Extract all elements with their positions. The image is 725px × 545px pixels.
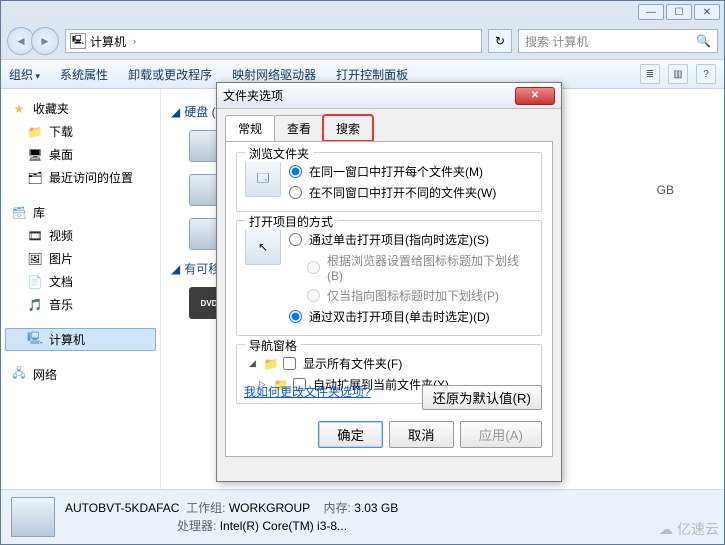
sidebar-item-computer[interactable]: 🖳计算机 [5, 328, 156, 351]
sidebar-item-pictures[interactable]: 🖼图片 [5, 247, 156, 270]
click-icon: ↖ [245, 229, 281, 265]
sidebar-item-music[interactable]: 🎵音乐 [5, 293, 156, 316]
restore-defaults-button[interactable]: 还原为默认值(R) [422, 385, 542, 410]
sidebar-favorites[interactable]: ★收藏夹 [5, 97, 156, 120]
video-icon: 🎞 [27, 228, 43, 244]
folder-icon: 📁 [27, 124, 43, 140]
status-text: AUTOBVT-5KDAFAC 工作组: WORKGROUP 内存: 3.03 … [65, 499, 398, 535]
music-icon: 🎵 [27, 297, 43, 313]
radio-own-window[interactable]: 在不同窗口中打开不同的文件夹(W) [289, 182, 533, 203]
refresh-button[interactable]: ↻ [488, 29, 512, 53]
computer-icon: 🖳 [70, 33, 86, 49]
star-icon: ★ [11, 101, 27, 117]
nav-row: ◄ ► 🖳 计算机 › ↻ 搜索 计算机 🔍 [1, 23, 724, 59]
dialog-close-button[interactable]: ✕ [515, 87, 555, 105]
tab-strip: 常规 查看 搜索 [217, 109, 561, 141]
sidebar-item-downloads[interactable]: 📁下载 [5, 120, 156, 143]
sidebar-item-network[interactable]: 🖧网络 [5, 363, 156, 386]
titlebar: — ☐ ✕ [1, 1, 724, 23]
address-bar[interactable]: 🖳 计算机 › [65, 29, 482, 53]
tab-search[interactable]: 搜索 [323, 115, 373, 141]
system-properties-button[interactable]: 系统属性 [60, 66, 108, 83]
document-icon: 📄 [27, 274, 43, 290]
ok-button[interactable]: 确定 [318, 421, 383, 448]
folder-icon: 📁 [263, 356, 279, 372]
folder-options-dialog: 文件夹选项 ✕ 常规 查看 搜索 浏览文件夹 🗔 在同一窗口中打开每个文件夹(M… [216, 82, 562, 482]
picture-icon: 🖼 [27, 251, 43, 267]
radio-same-window[interactable]: 在同一窗口中打开每个文件夹(M) [289, 161, 533, 182]
network-icon: 🖧 [11, 367, 27, 383]
search-placeholder: 搜索 计算机 [525, 33, 588, 50]
dialog-titlebar[interactable]: 文件夹选项 ✕ [217, 83, 561, 109]
tab-view[interactable]: 查看 [274, 115, 324, 141]
sidebar-libraries[interactable]: 🗃库 [5, 201, 156, 224]
computer-icon: 🖳 [27, 332, 43, 348]
cancel-button[interactable]: 取消 [389, 421, 454, 448]
help-link[interactable]: 我如何更改文件夹选项? [244, 383, 371, 400]
radio-underline-browser: 根据浏览器设置给图标标题加下划线(B) [289, 250, 533, 285]
library-icon: 🗃 [11, 205, 27, 221]
tab-general[interactable]: 常规 [225, 115, 275, 141]
map-drive-button[interactable]: 映射网络驱动器 [232, 66, 316, 83]
sidebar-item-desktop[interactable]: 🖥桌面 [5, 143, 156, 166]
browse-folders-group: 浏览文件夹 🗔 在同一窗口中打开每个文件夹(M) 在不同窗口中打开不同的文件夹(… [236, 152, 542, 212]
preview-pane-button[interactable]: ▥ [668, 64, 688, 84]
close-button[interactable]: ✕ [694, 4, 720, 20]
radio-double-click[interactable]: 通过双击打开项目(单击时选定)(D) [289, 306, 533, 327]
search-icon: 🔍 [696, 34, 711, 48]
sidebar-item-documents[interactable]: 📄文档 [5, 270, 156, 293]
minimize-button[interactable]: — [638, 4, 664, 20]
drive-size: GB [657, 183, 714, 197]
sidebar: ★收藏夹 📁下载 🖥桌面 🗂最近访问的位置 🗃库 🎞视频 🖼图片 📄文档 🎵音乐… [1, 89, 161, 489]
organize-menu[interactable]: 组织 [9, 66, 40, 83]
radio-single-click[interactable]: 通过单击打开项目(指向时选定)(S) [289, 229, 533, 250]
search-input[interactable]: 搜索 计算机 🔍 [518, 29, 718, 53]
browse-icon: 🗔 [245, 161, 281, 197]
desktop-icon: 🖥 [27, 147, 43, 163]
browse-legend: 浏览文件夹 [245, 145, 313, 162]
navpane-legend: 导航窗格 [245, 337, 301, 354]
click-behavior-group: 打开项目的方式 ↖ 通过单击打开项目(指向时选定)(S) 根据浏览器设置给图标标… [236, 220, 542, 336]
help-button[interactable]: ? [696, 64, 716, 84]
maximize-button[interactable]: ☐ [666, 4, 692, 20]
view-mode-button[interactable]: ≣ [640, 64, 660, 84]
click-legend: 打开项目的方式 [245, 213, 337, 230]
computer-thumbnail [11, 497, 55, 537]
forward-button[interactable]: ► [31, 27, 59, 55]
tab-panel-general: 浏览文件夹 🗔 在同一窗口中打开每个文件夹(M) 在不同窗口中打开不同的文件夹(… [225, 141, 553, 457]
sidebar-item-recent[interactable]: 🗂最近访问的位置 [5, 166, 156, 189]
check-show-all-folders[interactable]: ◢📁显示所有文件夹(F) [249, 353, 533, 374]
uninstall-button[interactable]: 卸载或更改程序 [128, 66, 212, 83]
status-bar: AUTOBVT-5KDAFAC 工作组: WORKGROUP 内存: 3.03 … [1, 489, 724, 544]
address-location: 计算机 [90, 33, 126, 50]
dialog-title: 文件夹选项 [223, 87, 283, 104]
breadcrumb-sep[interactable]: › [130, 36, 139, 46]
sidebar-item-videos[interactable]: 🎞视频 [5, 224, 156, 247]
apply-button[interactable]: 应用(A) [460, 421, 542, 448]
control-panel-button[interactable]: 打开控制面板 [336, 66, 408, 83]
radio-underline-hover: 仅当指向图标标题时加下划线(P) [289, 285, 533, 306]
recent-icon: 🗂 [27, 170, 43, 186]
